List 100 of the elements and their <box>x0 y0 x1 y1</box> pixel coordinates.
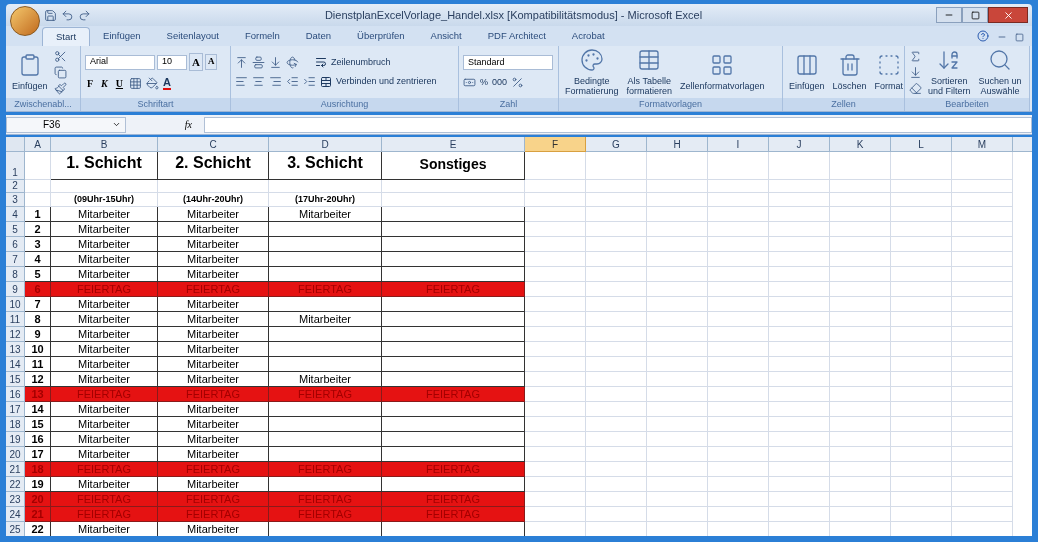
ribbon-tab[interactable]: Überprüfen <box>344 27 418 46</box>
align-bottom-icon[interactable] <box>269 55 282 69</box>
maximize-button[interactable] <box>962 7 988 23</box>
column-header[interactable]: L <box>891 137 952 152</box>
table-cell: 12 <box>25 372 51 387</box>
redo-icon[interactable] <box>78 8 91 22</box>
table-cell: 10 <box>25 342 51 357</box>
table-cell: 4 <box>25 252 51 267</box>
table-cell: (14Uhr-20Uhr) <box>158 193 269 207</box>
ribbon-tab[interactable]: Start <box>42 27 91 46</box>
percent-button[interactable]: % <box>480 75 488 90</box>
column-header[interactable]: F <box>525 137 586 152</box>
help-icon[interactable] <box>977 30 989 42</box>
formula-field[interactable] <box>204 116 1032 133</box>
undo-icon[interactable] <box>61 8 74 22</box>
ribbon-icon <box>876 53 901 77</box>
outdent-icon[interactable] <box>286 75 299 89</box>
ribbon-button[interactable]: Löschen <box>830 53 869 91</box>
column-header[interactable]: D <box>269 137 382 152</box>
table-cell: Mitarbeiter <box>158 297 269 312</box>
ribbon-button[interactable]: Suchen un Auswähle <box>976 48 1024 96</box>
ribbon-tab[interactable]: Seitenlayout <box>153 27 232 46</box>
column-header[interactable]: K <box>830 137 891 152</box>
ribbon-button[interactable]: Bedingte Formatierung <box>563 48 621 96</box>
ribbon-tab[interactable]: Formeln <box>231 27 293 46</box>
merge-icon <box>320 75 332 88</box>
orientation-icon[interactable] <box>286 55 299 69</box>
sum-icon[interactable] <box>909 49 922 63</box>
ribbon-button[interactable]: Einfügen <box>10 53 50 91</box>
table-cell: FEIERTAG <box>269 282 382 297</box>
close-button[interactable] <box>988 7 1028 23</box>
wrap-text-button[interactable]: Zeilenumbruch <box>315 55 391 69</box>
font-name-field[interactable]: Arial <box>85 54 155 70</box>
shrink-font-button[interactable]: A <box>204 54 218 70</box>
ribbon-tab[interactable]: Daten <box>292 27 345 46</box>
office-button[interactable] <box>10 6 40 36</box>
minimize-button[interactable] <box>936 7 962 23</box>
table-cell: 15 <box>25 417 51 432</box>
number-format-field[interactable]: Standard <box>463 54 553 70</box>
align-right-icon[interactable] <box>269 75 282 89</box>
currency-icon[interactable] <box>463 76 476 89</box>
name-box[interactable]: F36 <box>6 116 126 133</box>
align-top-icon[interactable] <box>235 55 248 69</box>
ribbon-tab[interactable]: Acrobat <box>558 27 618 46</box>
indent-icon[interactable] <box>303 75 316 89</box>
table-cell: Mitarbeiter <box>269 207 382 222</box>
ribbon-button[interactable]: Als Tabelle formatieren <box>624 48 675 96</box>
ribbon-tab[interactable]: Ansicht <box>417 27 475 46</box>
table-cell: Mitarbeiter <box>158 312 269 327</box>
function-button[interactable]: fx <box>134 117 196 132</box>
table-cell: Mitarbeiter <box>51 357 158 372</box>
border-icon[interactable] <box>129 77 142 91</box>
fill-icon[interactable] <box>909 65 922 79</box>
ribbon-button[interactable]: Format <box>872 53 904 91</box>
grow-font-button[interactable]: A <box>189 52 203 72</box>
column-header[interactable]: C <box>158 137 269 152</box>
column-header[interactable]: I <box>708 137 769 152</box>
table-cell: Mitarbeiter <box>158 477 269 492</box>
table-cell: Mitarbeiter <box>269 312 382 327</box>
column-header[interactable]: B <box>51 137 158 152</box>
table-cell: Mitarbeiter <box>158 357 269 372</box>
align-center-icon[interactable] <box>252 75 265 89</box>
cut-icon[interactable] <box>53 49 67 63</box>
underline-button[interactable]: U <box>113 76 125 92</box>
fill-color-icon[interactable] <box>146 77 159 91</box>
save-icon[interactable] <box>44 8 57 22</box>
align-left-icon[interactable] <box>235 75 248 89</box>
restore-icon[interactable] <box>1015 33 1024 42</box>
ribbon-button[interactable]: Zellenformatvorlagen <box>678 53 767 91</box>
thousands-button[interactable]: 000 <box>492 75 508 90</box>
row-header[interactable]: 1 <box>12 166 18 179</box>
column-header[interactable]: E <box>382 137 525 152</box>
column-header[interactable]: J <box>769 137 830 152</box>
italic-button[interactable]: K <box>99 76 110 92</box>
table-cell: FEIERTAG <box>269 387 382 402</box>
font-color-button[interactable]: A <box>163 77 171 91</box>
table-cell: 1. Schicht <box>51 152 158 180</box>
format-painter-icon[interactable] <box>53 81 67 95</box>
table-cell: 16 <box>25 432 51 447</box>
eraser-icon[interactable] <box>909 81 922 95</box>
ribbon-tab[interactable]: Einfügen <box>90 27 154 46</box>
ribbon-button[interactable]: Einfügen <box>787 53 827 91</box>
bold-button[interactable]: F <box>85 76 96 92</box>
font-size-field[interactable]: 10 <box>157 54 187 70</box>
table-cell: Mitarbeiter <box>51 402 158 417</box>
column-header[interactable]: H <box>647 137 708 152</box>
align-middle-icon[interactable] <box>252 55 265 69</box>
copy-icon[interactable] <box>53 65 67 79</box>
table-cell: 14 <box>25 402 51 417</box>
table-cell: FEIERTAG <box>382 492 525 507</box>
table-cell: Mitarbeiter <box>158 207 269 222</box>
table-cell: Mitarbeiter <box>158 252 269 267</box>
ribbon-tab[interactable]: PDF Architect <box>474 27 559 46</box>
column-header[interactable]: M <box>952 137 1013 152</box>
table-cell: Mitarbeiter <box>51 477 158 492</box>
column-header[interactable]: G <box>586 137 647 152</box>
table-cell: FEIERTAG <box>51 462 158 477</box>
ribbon-button[interactable]: Sortieren und Filtern <box>926 48 973 96</box>
column-header[interactable]: A <box>25 137 51 152</box>
merge-button[interactable]: Verbinden und zentrieren <box>320 75 437 89</box>
